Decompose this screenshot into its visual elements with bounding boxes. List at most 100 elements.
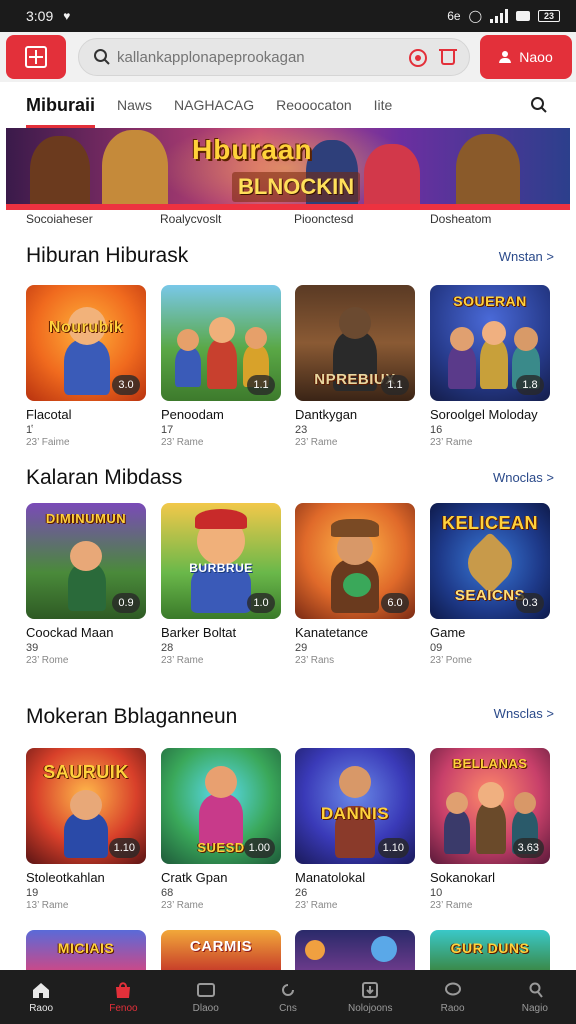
- game-card[interactable]: KELICEAN SEAICNS 0.3 Game 09 23’ Pome: [430, 503, 550, 666]
- login-label: Naoo: [519, 49, 553, 65]
- game-count: 68: [161, 887, 174, 899]
- see-all-link[interactable]: Wnoclas >: [493, 470, 554, 485]
- game-count: 19: [26, 887, 39, 899]
- game-count: 17: [161, 424, 174, 436]
- nav-shop[interactable]: Fenoo: [82, 970, 164, 1024]
- status-right-text: 6e: [447, 9, 461, 23]
- tab-naws[interactable]: Naws: [117, 82, 152, 128]
- search-bar[interactable]: [78, 38, 470, 76]
- game-count: 26: [295, 887, 308, 899]
- game-thumbnail: KELICEAN SEAICNS 0.3: [430, 503, 550, 619]
- tab-iite[interactable]: Iite: [374, 82, 393, 128]
- nav-label: Nolojoons: [348, 1002, 393, 1014]
- nav-refresh[interactable]: Cns: [247, 970, 329, 1024]
- game-card[interactable]: 1.1 Penoodam 17 23’ Rame: [161, 285, 281, 448]
- rating-badge: 1.00: [243, 838, 275, 858]
- see-all-link[interactable]: Wnsclas >: [494, 706, 554, 721]
- game-card[interactable]: CARMIS: [161, 930, 281, 970]
- game-count: 10: [430, 887, 443, 899]
- banner-character: [102, 130, 168, 210]
- refresh-icon: [282, 983, 294, 996]
- banner-caption: Dosheatom: [430, 212, 492, 226]
- game-wordmark: BURBRUE: [189, 561, 253, 575]
- game-meta: 23’ Rame: [295, 900, 338, 911]
- cart-icon[interactable]: [439, 49, 457, 65]
- game-card[interactable]: SUESD 1.00 Cratk Gpan 68 23’ Rame: [161, 748, 281, 911]
- banner-character: [456, 134, 520, 210]
- game-wordmark: KELICEAN: [441, 513, 538, 533]
- login-button[interactable]: Naoo: [480, 35, 572, 79]
- profile-icon: [529, 982, 543, 998]
- game-card[interactable]: BELLANAS 3.63 Sokanokarl 10 23’ Rame: [430, 748, 550, 911]
- nav-label: Fenoo: [109, 1002, 138, 1014]
- game-card[interactable]: NPREBIUX 1.1 Dantkygan 23 23’ Rame: [295, 285, 415, 448]
- app-logo-button[interactable]: [6, 35, 66, 79]
- game-meta: 23’ Rame: [430, 437, 473, 448]
- rating-badge: 0.9: [112, 593, 140, 613]
- game-thumbnail: CARMIS: [161, 930, 281, 970]
- game-card[interactable]: [295, 930, 415, 970]
- search-icon: [87, 48, 117, 66]
- nav-label: Dlaoo: [192, 1002, 219, 1014]
- game-wordmark: CARMIS: [189, 938, 253, 955]
- nav-profile[interactable]: Nagio: [494, 970, 576, 1024]
- game-name: Cratk Gpan: [161, 870, 228, 885]
- rating-badge: 3.63: [512, 838, 544, 858]
- game-card[interactable]: BURBRUE 1.0 Barker Boltat 28 23’ Rame: [161, 503, 281, 666]
- rating-badge: 3.0: [112, 375, 140, 395]
- nav-home[interactable]: Raoo: [0, 970, 82, 1024]
- tab-reooocaton[interactable]: Reooocaton: [276, 82, 352, 128]
- game-card[interactable]: SAURUIK 1.10 Stoleotkahlan 19 13’ Rame: [26, 748, 146, 911]
- game-name: Penoodam: [161, 407, 224, 422]
- rating-badge: 1.0: [247, 593, 275, 613]
- bottom-navigation: Raoo Fenoo Dlaoo Cns Nolojoons Raoo Nagi…: [0, 970, 576, 1024]
- game-count: 16: [430, 424, 443, 436]
- game-wordmark: GUR DUNS: [450, 940, 530, 956]
- nav-label: Nagio: [521, 1002, 548, 1014]
- promo-banner[interactable]: Hburaan BLNOCKIN: [6, 128, 570, 210]
- app-logo-icon: [25, 46, 47, 68]
- nav-download[interactable]: Nolojoons: [329, 970, 411, 1024]
- game-meta: 23’ Pome: [430, 655, 472, 666]
- banner-character: [30, 136, 90, 210]
- game-wordmark: SAURUIK: [43, 762, 129, 782]
- game-meta: 23’ Rame: [295, 437, 338, 448]
- game-meta: 23’ Rans: [295, 655, 335, 666]
- game-card[interactable]: GUR DUNS: [430, 930, 550, 970]
- game-thumbnail: [295, 930, 415, 970]
- nav-label: Raoo: [440, 1002, 465, 1014]
- game-meta: 23’ Rame: [161, 655, 204, 666]
- tab-search-icon[interactable]: [530, 96, 548, 119]
- game-name: Flacotal: [26, 407, 72, 422]
- game-thumbnail: Nourubik 3.0: [26, 285, 146, 401]
- game-name: Soroolgel Moloday: [430, 407, 538, 422]
- tab-naghacag[interactable]: NAGHACAG: [174, 82, 254, 128]
- notification-icon: ♥: [63, 9, 71, 23]
- game-card[interactable]: SOUERAN 1.8 Soroolgel Moloday 16 23’ Ram…: [430, 285, 550, 448]
- game-meta: 23’ Rame: [430, 900, 473, 911]
- see-all-link[interactable]: Wnstan >: [499, 249, 554, 264]
- rating-badge: 1.1: [247, 375, 275, 395]
- banner-caption: Pioonctesd: [294, 212, 354, 226]
- battery-icon: 23: [538, 10, 560, 22]
- section-title: Kalaran Mibdass: [26, 466, 183, 489]
- voice-search-icon[interactable]: [409, 49, 427, 67]
- nav-label: Cns: [279, 1002, 297, 1014]
- game-card[interactable]: DIMINUMUN 0.9 Coockad Maan 39 23’ Rome: [26, 503, 146, 666]
- game-card[interactable]: 6.0 Kanatetance 29 23’ Rans: [295, 503, 415, 666]
- game-card[interactable]: MICIAIS: [26, 930, 146, 970]
- rating-badge: 1.1: [381, 375, 409, 395]
- game-meta: 23’ Faime: [26, 437, 70, 448]
- banner-title: Hburaan: [192, 134, 313, 165]
- nav-tv[interactable]: Dlaoo: [165, 970, 247, 1024]
- game-thumbnail: NPREBIUX 1.1: [295, 285, 415, 401]
- game-name: Dantkygan: [295, 407, 358, 422]
- game-meta: 13’ Rame: [26, 900, 69, 911]
- nav-chat[interactable]: Raoo: [411, 970, 493, 1024]
- game-card[interactable]: Nourubik 3.0 Flacotal 1̔ 23’ Faime: [26, 285, 146, 448]
- shop-icon: [116, 981, 131, 998]
- rating-badge: 1.10: [108, 838, 140, 858]
- search-input[interactable]: [117, 48, 407, 66]
- tab-miburaii[interactable]: Miburaii: [26, 82, 96, 128]
- game-card[interactable]: DANNIS 1.10 Manatolokal 26 23’ Rame: [295, 748, 415, 911]
